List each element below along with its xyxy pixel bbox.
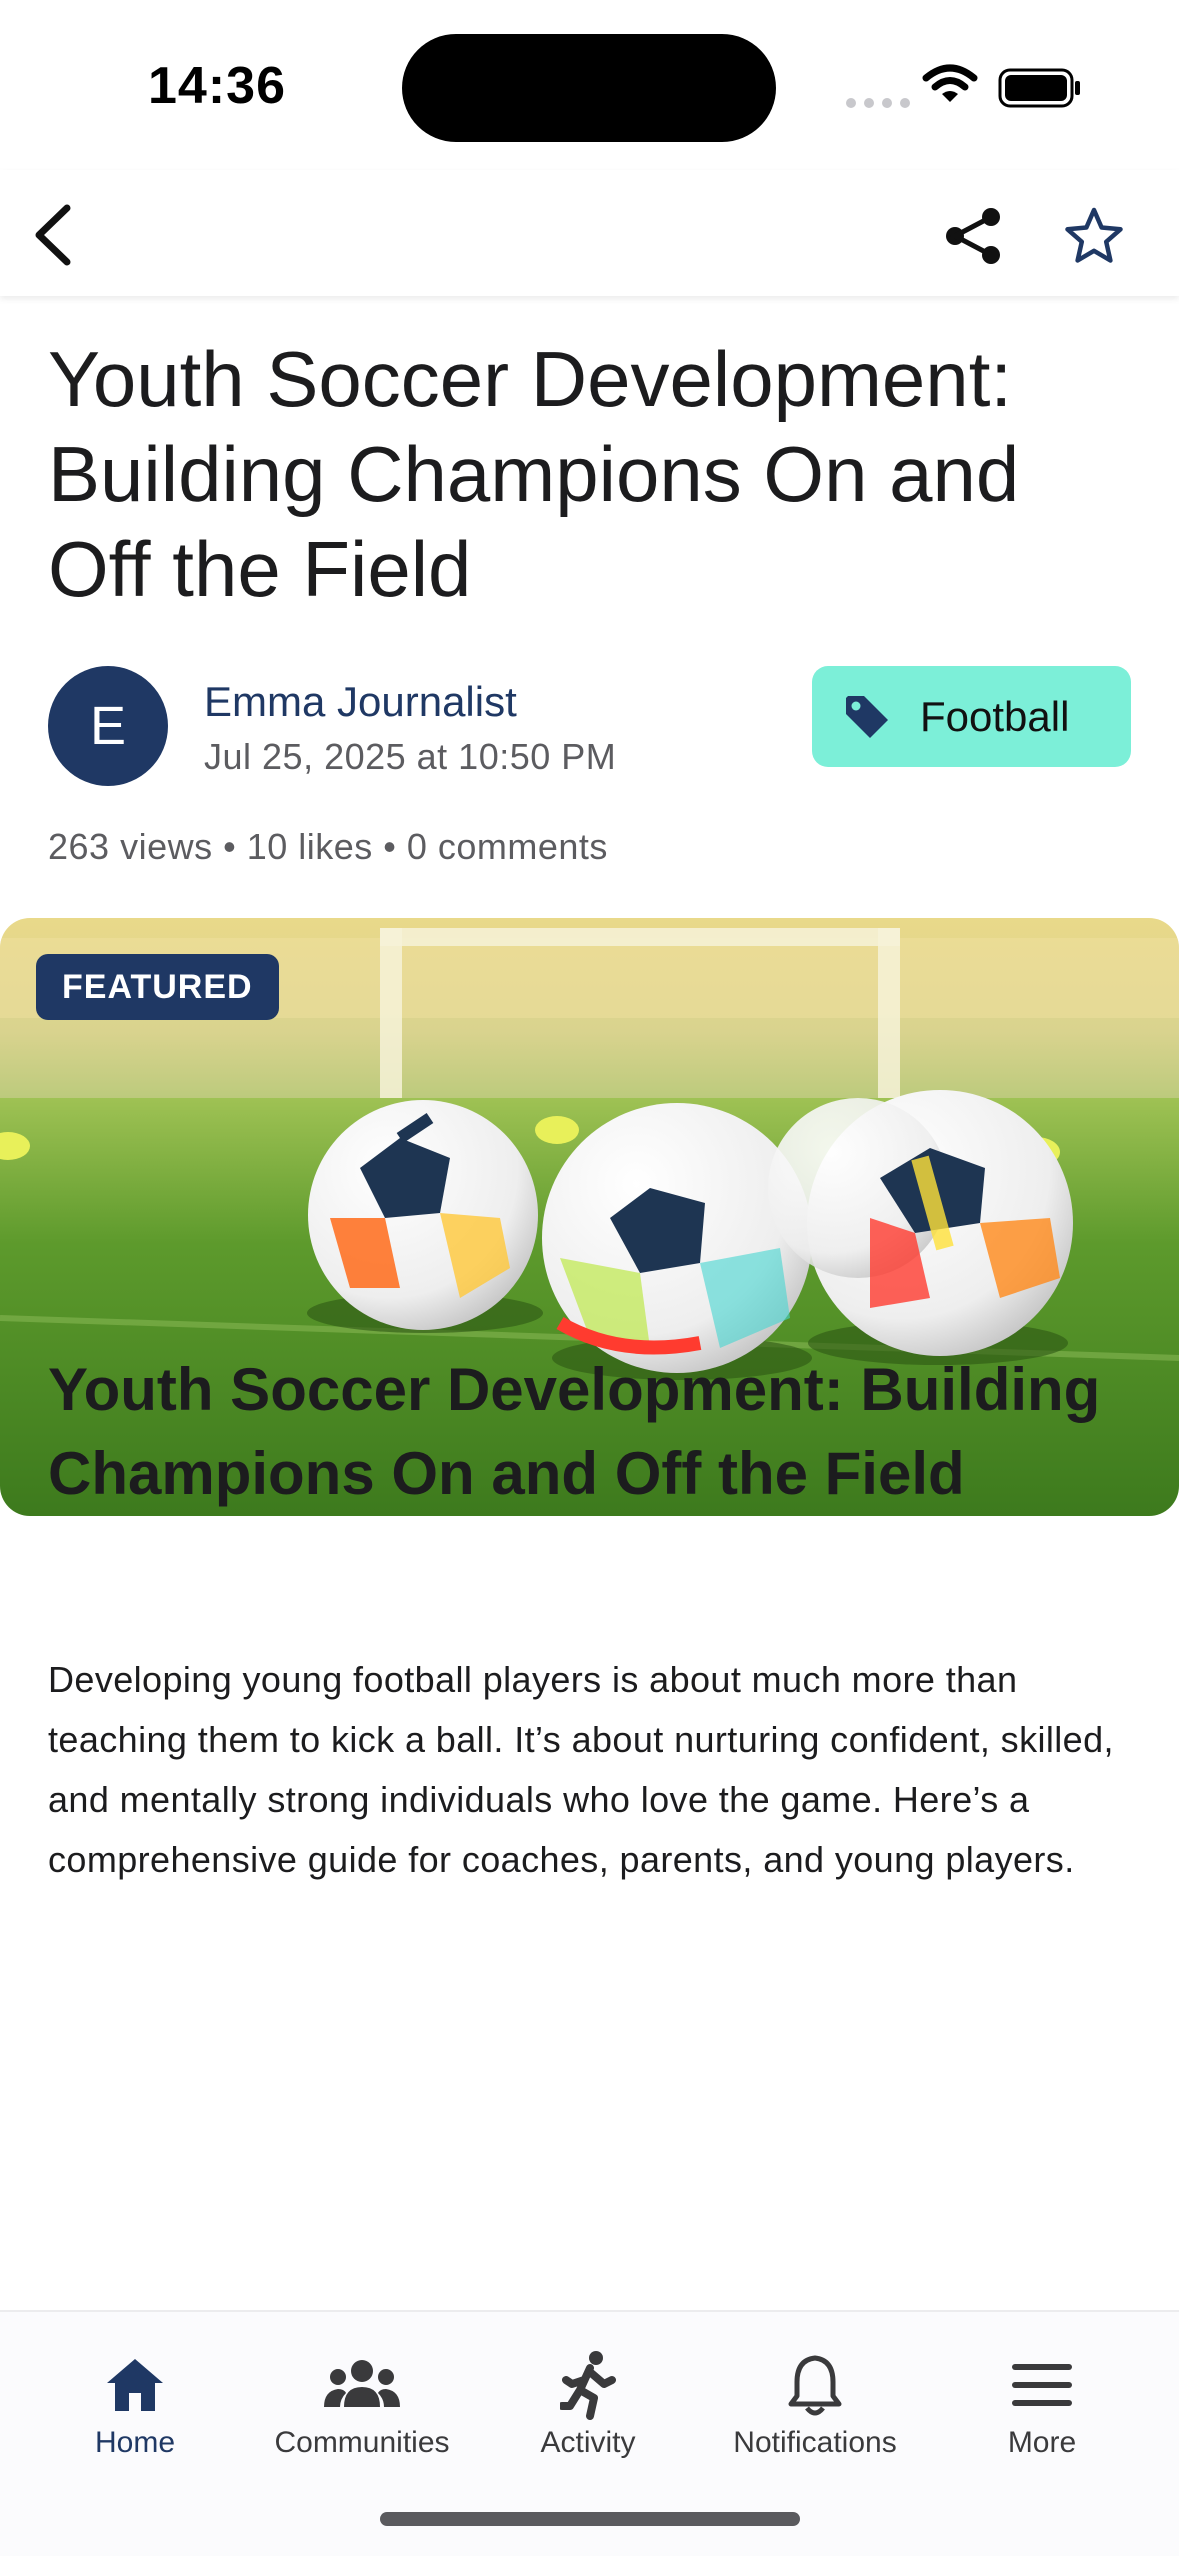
status-time: 14:36 [148,57,286,115]
tag-icon [846,695,888,738]
tab-activity[interactable]: Activity [478,2348,698,2478]
post-date: Jul 25, 2025 at 10:50 PM [204,736,617,777]
article-body: Developing young football players is abo… [48,1659,1114,1880]
menu-icon [1012,2364,1072,2406]
tab-home-label: Home [94,2426,176,2459]
cellular-signal-icon [846,98,910,108]
tag-label: Football [920,692,1070,740]
tab-more[interactable]: More [932,2348,1152,2478]
tab-notifications-label: Notifications [733,2426,897,2459]
tab-communities[interactable]: Communities [252,2348,472,2478]
bookmark-star-button[interactable] [1058,200,1130,272]
wifi-icon [922,64,978,102]
article-title: Youth Soccer Development: Building Champ… [48,335,1020,613]
tab-notifications[interactable]: Notifications [705,2348,925,2478]
home-indicator[interactable] [380,2512,800,2526]
category-tag-chip[interactable]: Football [812,666,1131,767]
author-avatar[interactable]: E [48,666,168,786]
featured-badge: FEATURED [36,954,279,1020]
section-heading: Youth Soccer Development: Building Champ… [48,1356,1101,1507]
home-icon [107,2359,163,2411]
top-app-bar [0,170,1179,296]
tab-communities-label: Communities [274,2426,450,2459]
tab-home[interactable]: Home [25,2348,245,2478]
running-icon [560,2351,616,2420]
back-button[interactable] [18,200,88,270]
chevron-left-icon [35,204,71,266]
tab-activity-label: Activity [540,2426,636,2459]
battery-icon [998,68,1080,108]
share-icon [946,208,1000,264]
article-stats: 263 views • 10 likes • 0 comments [48,826,608,867]
share-button[interactable] [938,200,1010,272]
status-bar: 14:36 [0,0,1179,170]
bell-icon [788,2355,842,2416]
star-outline-icon [1065,207,1123,263]
author-name[interactable]: Emma Journalist [204,678,517,726]
dynamic-island [402,34,776,142]
tab-more-label: More [1007,2426,1077,2459]
people-icon [324,2360,400,2407]
